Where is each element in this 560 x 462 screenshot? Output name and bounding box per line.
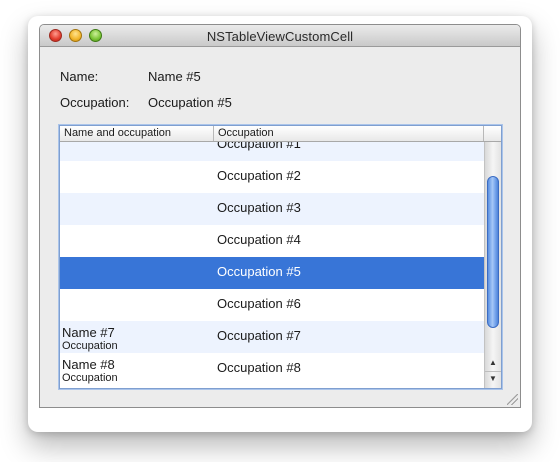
occupation-value: Occupation #5 (148, 95, 232, 110)
scrollbar-knob[interactable] (487, 176, 499, 328)
down-arrow-icon[interactable]: ▼ (485, 371, 501, 386)
table-row[interactable]: Occupation #4 (60, 225, 484, 257)
row-occupation: Occupation #1 (217, 142, 301, 151)
row-occupation: Occupation #5 (217, 264, 301, 279)
column-header-occupation[interactable]: Occupation (214, 126, 484, 141)
table-row[interactable]: Occupation #6 (60, 289, 484, 321)
row-occupation-caption: Occupation (62, 340, 118, 352)
table-row[interactable]: Occupation #1 (60, 142, 484, 161)
row-occupation: Occupation #7 (217, 328, 301, 343)
resize-grip-icon[interactable] (507, 394, 518, 405)
app-window: NSTableViewCustomCell Name: Name #5 Occu… (39, 24, 521, 408)
title-bar[interactable]: NSTableViewCustomCell (40, 25, 520, 47)
name-label: Name: (60, 69, 99, 84)
table-header: Name and occupation Occupation (60, 126, 501, 142)
row-occupation: Occupation #8 (217, 360, 301, 375)
row-occupation: Occupation #4 (217, 232, 301, 247)
row-occupation: Occupation #2 (217, 168, 301, 183)
row-name: Name #7 (62, 325, 115, 340)
table-rows: Occupation #1 Occupation #2 Occupation #… (60, 142, 484, 388)
table-row[interactable]: Name #8 Occupation Occupation #8 (60, 353, 484, 385)
occupation-label: Occupation: (60, 95, 130, 110)
row-name: Name #8 (62, 357, 115, 372)
up-arrow-icon[interactable]: ▲ (485, 356, 501, 370)
table-row[interactable]: Occupation #2 (60, 161, 484, 193)
column-header-name-and-occupation[interactable]: Name and occupation (60, 126, 214, 141)
table-row-selected[interactable]: Occupation #5 (60, 257, 484, 289)
window-title: NSTableViewCustomCell (206, 29, 354, 44)
table-view[interactable]: Name and occupation Occupation Occupatio… (59, 125, 502, 389)
row-occupation: Occupation #6 (217, 296, 301, 311)
row-occupation-caption: Occupation (62, 372, 118, 384)
name-value: Name #5 (148, 69, 201, 84)
table-row[interactable]: Occupation #3 (60, 193, 484, 225)
header-corner (484, 126, 501, 141)
row-occupation: Occupation #3 (217, 200, 301, 215)
vertical-scrollbar[interactable]: ▲ ▼ (484, 142, 501, 388)
table-row[interactable]: Name #7 Occupation Occupation #7 (60, 321, 484, 353)
